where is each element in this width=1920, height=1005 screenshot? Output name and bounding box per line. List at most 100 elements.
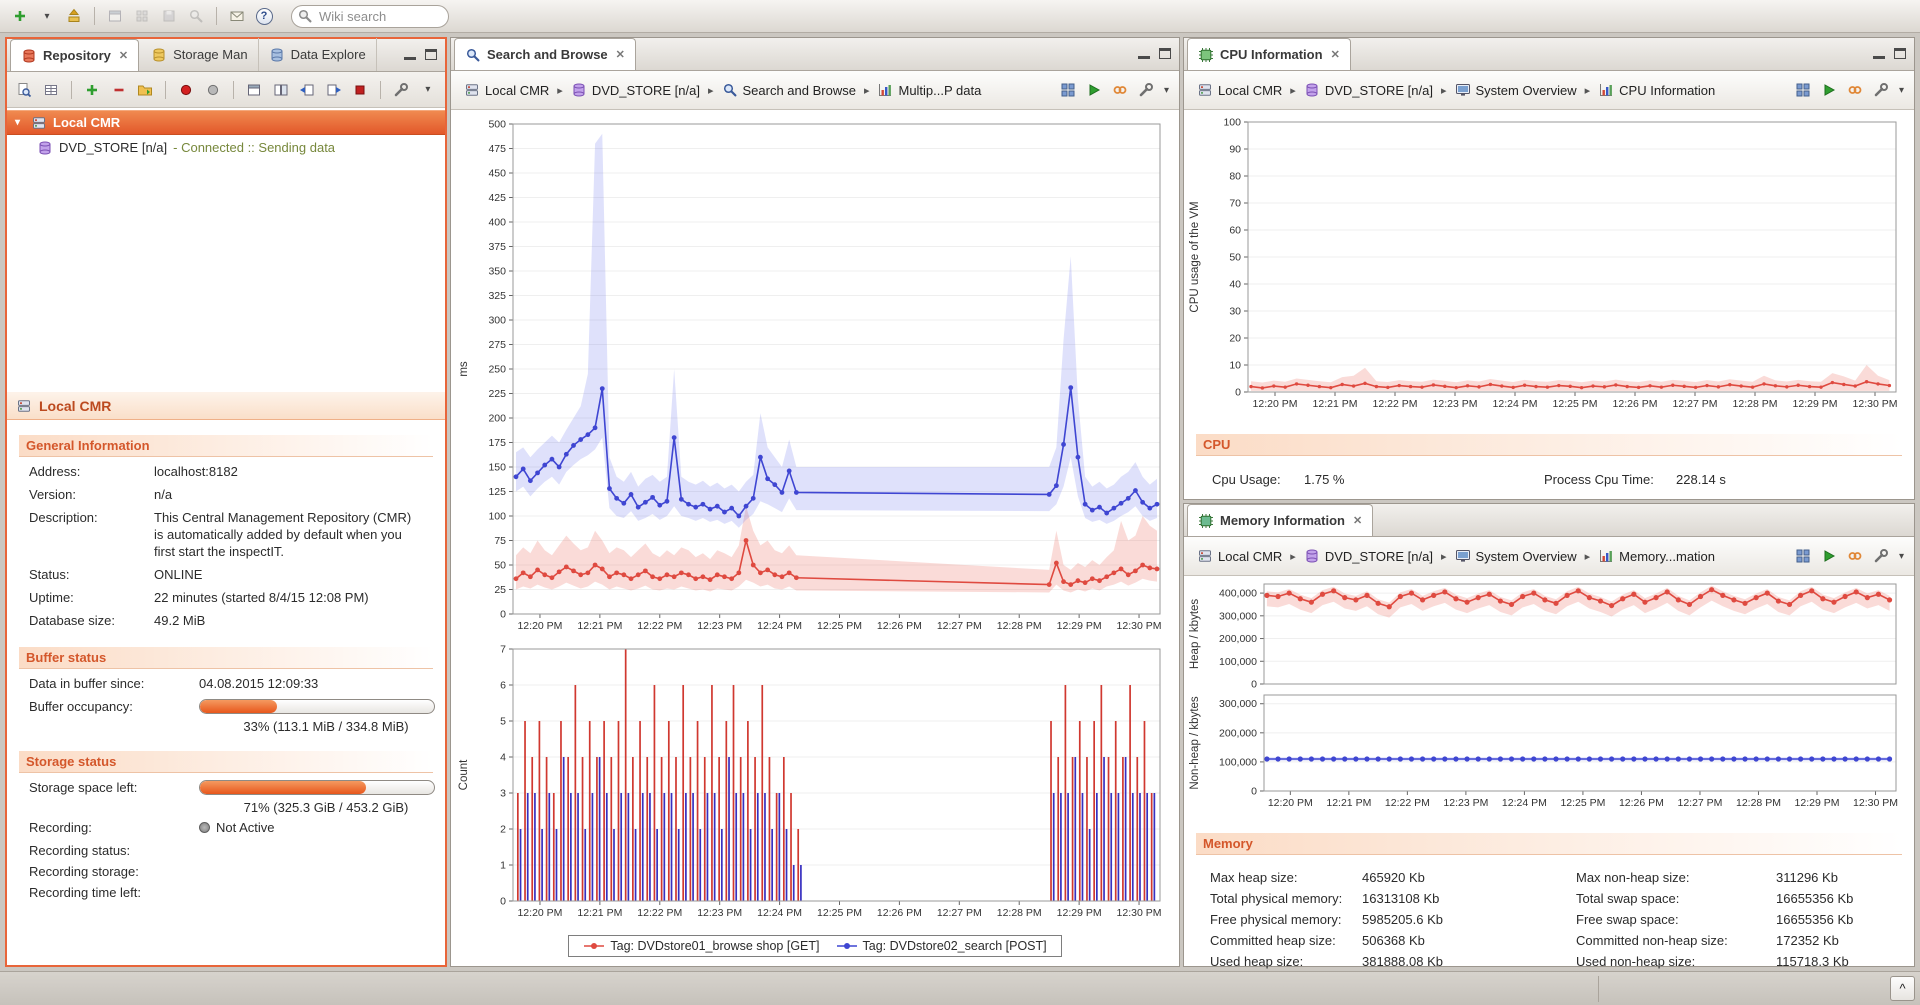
tab-label: Search and Browse <box>487 47 608 62</box>
tab-search-and-browse[interactable]: Search and Browse ✕ <box>454 38 636 70</box>
breadcrumb-item-cpu-information[interactable]: CPU Information <box>1595 80 1718 100</box>
breadcrumb-label: CPU Information <box>1619 82 1716 98</box>
plus-icon-button[interactable] <box>81 78 103 102</box>
breadcrumb-item-search-and-browse[interactable]: Search and Browse <box>719 80 859 100</box>
svg-text:Heap / kbytes: Heap / kbytes <box>1189 599 1201 670</box>
breadcrumb-item-local-cmr[interactable]: Local CMR <box>1194 546 1285 566</box>
memory-nonheap-chart: 0 100,000 200,000 300,000 12:20 PM 12:21 PM 12… <box>1189 694 1898 809</box>
chart-toggle-icon[interactable] <box>1060 82 1076 98</box>
close-icon[interactable]: ✕ <box>1331 48 1340 61</box>
minimize-icon[interactable] <box>1873 49 1885 59</box>
window-split-icon-button[interactable] <box>269 78 291 102</box>
chart-toggle-icon[interactable] <box>1795 82 1811 98</box>
maximize-icon[interactable] <box>1159 48 1171 59</box>
svg-text:90: 90 <box>1229 144 1241 156</box>
close-icon[interactable]: ✕ <box>616 48 625 61</box>
tree-item-label: DVD_STORE [n/a] <box>59 140 168 155</box>
cmr-details-sections: General Information Address: localhost:818… <box>7 435 445 903</box>
play-icon[interactable] <box>1821 82 1837 98</box>
wrench-icon[interactable] <box>1138 82 1154 98</box>
breadcrumb-item-memory-mation[interactable]: Memory...mation <box>1595 546 1718 566</box>
window-icon-button[interactable] <box>243 78 265 102</box>
svg-text:50: 50 <box>494 560 506 572</box>
svg-text:50: 50 <box>1229 252 1241 264</box>
tab-repository[interactable]: Repository ✕ <box>10 39 140 71</box>
breadcrumb-item-system-overview[interactable]: System Overview <box>1452 80 1580 100</box>
play-icon[interactable] <box>1821 548 1837 564</box>
dropdown-arrow-icon[interactable]: ▾ <box>44 11 49 22</box>
info-row-address: Address: localhost:8182 <box>7 461 445 484</box>
svg-text:12:20 PM: 12:20 PM <box>517 907 562 919</box>
svg-text:12:21 PM: 12:21 PM <box>577 620 622 632</box>
close-icon[interactable]: ✕ <box>1353 514 1362 527</box>
stop-icon-button[interactable] <box>349 78 371 102</box>
stop-icon <box>355 85 365 94</box>
info-label: Storage space left: <box>29 780 138 796</box>
search-and-browse-view: Search and Browse ✕ Local CMR ▸ DVD_STORE [… <box>450 37 1180 967</box>
help-icon-button[interactable]: ? <box>252 4 276 28</box>
tab-storage-man[interactable]: Storage Man <box>141 38 259 71</box>
import-icon-button[interactable] <box>296 78 318 102</box>
repository-view: Repository ✕ Storage Man Data Explore ▾ ▾ Lo… <box>5 37 447 967</box>
minimize-icon[interactable] <box>404 50 416 60</box>
tree-item-local-cmr[interactable]: ▾ Local CMR <box>7 110 445 135</box>
filter-icon-button[interactable] <box>13 78 35 102</box>
svg-text:275: 275 <box>488 339 506 351</box>
breadcrumb-item-dvd-store-n-a[interactable]: DVD_STORE [n/a] <box>1301 80 1436 100</box>
record-off-icon-button[interactable] <box>202 78 224 102</box>
add-icon-button[interactable] <box>8 4 32 28</box>
section-title-general-information: General Information <box>19 435 433 458</box>
maximize-icon[interactable] <box>425 49 437 60</box>
wrench-icon[interactable] <box>1873 82 1889 98</box>
dropdown-arrow-icon[interactable]: ▾ <box>1164 85 1169 96</box>
tab-cpu-information[interactable]: CPU Information ✕ <box>1187 38 1351 70</box>
wrench-icon-button[interactable] <box>390 78 412 102</box>
search-input[interactable] <box>291 4 449 28</box>
svg-text:20: 20 <box>1229 333 1241 345</box>
svg-text:350: 350 <box>488 266 506 278</box>
breadcrumb-item-system-overview[interactable]: System Overview <box>1452 546 1580 566</box>
tree-item-dvd-store-n-a[interactable]: DVD_STORE [n/a] - Connected :: Sending d… <box>7 135 445 160</box>
breadcrumb-item-local-cmr[interactable]: Local CMR <box>1194 80 1285 100</box>
info-label: Uptime: <box>29 589 74 605</box>
dropdown-arrow-icon[interactable]: ▾ <box>1899 85 1904 96</box>
minus-icon-button[interactable] <box>107 78 129 102</box>
play-icon[interactable] <box>1086 82 1102 98</box>
breadcrumb-item-dvd-store-n-a[interactable]: DVD_STORE [n/a] <box>1301 546 1436 566</box>
link-icon[interactable] <box>1847 82 1863 98</box>
plus-icon <box>87 84 98 95</box>
mail-icon-button[interactable] <box>225 4 249 28</box>
record-icon-button[interactable] <box>175 78 197 102</box>
export-icon-button[interactable] <box>322 78 344 102</box>
table-icon-button[interactable] <box>39 78 61 102</box>
wrench-icon[interactable] <box>1873 548 1889 564</box>
minimize-icon[interactable] <box>1138 49 1150 59</box>
breadcrumb-item-local-cmr[interactable]: Local CMR <box>461 80 552 100</box>
nonheap-chart: 0 100,000 200,000 300,000 12:20 PM 12:21 PM 12… <box>1184 691 1914 818</box>
help-icon[interactable]: ? <box>255 7 273 25</box>
memory-stat-row: Free physical memory: 5985205.6 Kb Free sw… <box>1210 909 1914 930</box>
stat-value-16313108-kb: 16313108 Kb <box>1362 891 1440 906</box>
dropdown-arrow-icon-button[interactable]: ▾ <box>417 78 439 102</box>
link-icon[interactable] <box>1847 548 1863 564</box>
breadcrumb-item-dvd-store-n-a[interactable]: DVD_STORE [n/a] <box>568 80 703 100</box>
close-icon[interactable]: ✕ <box>119 49 128 62</box>
search-browse-charts: 0 25 50 75 100 125 150 175 200 225 250 275 300 325 350… <box>451 110 1179 966</box>
window-icon <box>109 10 121 22</box>
svg-text:100: 100 <box>1223 117 1241 129</box>
dropdown-arrow-icon-button[interactable]: ▾ <box>35 4 59 28</box>
folder-icon-button[interactable] <box>134 78 156 102</box>
breadcrumb-separator: ▸ <box>1440 84 1447 97</box>
dropdown-arrow-icon[interactable]: ▾ <box>425 84 430 95</box>
restore-view-button[interactable]: ^ <box>1890 976 1915 1001</box>
tab-data-explore[interactable]: Data Explore <box>259 38 377 71</box>
search-browse-breadcrumb: Local CMR ▸ DVD_STORE [n/a] ▸ Search and Bro… <box>451 71 1179 110</box>
chart-toggle-icon[interactable] <box>1795 548 1811 564</box>
upload-icon-button[interactable] <box>62 4 86 28</box>
expand-icon[interactable]: ▾ <box>15 117 25 128</box>
dropdown-arrow-icon[interactable]: ▾ <box>1899 551 1904 562</box>
tab-memory-information[interactable]: Memory Information ✕ <box>1187 504 1374 536</box>
breadcrumb-item-multip-p-data[interactable]: Multip...P data <box>874 80 984 100</box>
maximize-icon[interactable] <box>1894 48 1906 59</box>
link-icon[interactable] <box>1112 82 1128 98</box>
